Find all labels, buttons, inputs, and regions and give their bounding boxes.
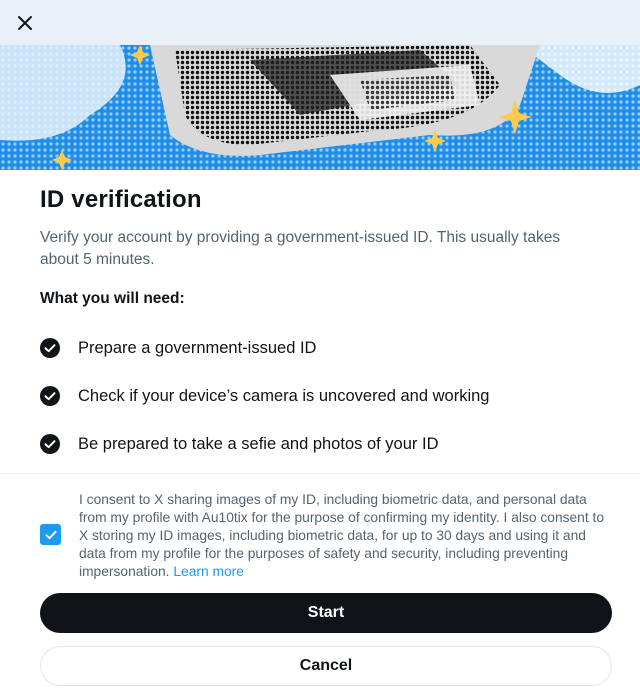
requirement-label: Prepare a government-issued ID bbox=[78, 338, 317, 357]
requirements-heading: What you will need: bbox=[40, 290, 185, 307]
learn-more-link[interactable]: Learn more bbox=[173, 564, 244, 579]
requirement-label: Check if your device’s camera is uncover… bbox=[78, 386, 490, 405]
cancel-button[interactable]: Cancel bbox=[40, 646, 612, 686]
page-title: ID verification bbox=[40, 186, 202, 213]
description: Verify your account by providing a gover… bbox=[40, 229, 561, 268]
requirement-item: Be prepared to take a sefie and photos o… bbox=[40, 434, 438, 454]
requirement-item: Prepare a government-issued ID bbox=[40, 338, 316, 358]
dialog-header bbox=[0, 0, 640, 45]
consent-checkbox[interactable] bbox=[40, 524, 61, 545]
start-button[interactable]: Start bbox=[40, 593, 612, 633]
consent-section: I consent to X sharing images of my ID, … bbox=[40, 491, 610, 581]
divider bbox=[0, 473, 640, 474]
requirement-label: Be prepared to take a sefie and photos o… bbox=[78, 434, 439, 453]
close-icon bbox=[18, 16, 32, 30]
hero-illustration bbox=[0, 45, 640, 170]
check-circle-icon bbox=[40, 386, 60, 406]
checkmark-icon bbox=[45, 530, 57, 539]
check-circle-icon bbox=[40, 434, 60, 454]
consent-label: I consent to X sharing images of my ID, … bbox=[79, 492, 605, 579]
requirement-item: Check if your device’s camera is uncover… bbox=[40, 386, 489, 406]
consent-text: I consent to X sharing images of my ID, … bbox=[79, 491, 609, 581]
close-button[interactable] bbox=[8, 6, 42, 40]
check-circle-icon bbox=[40, 338, 60, 358]
